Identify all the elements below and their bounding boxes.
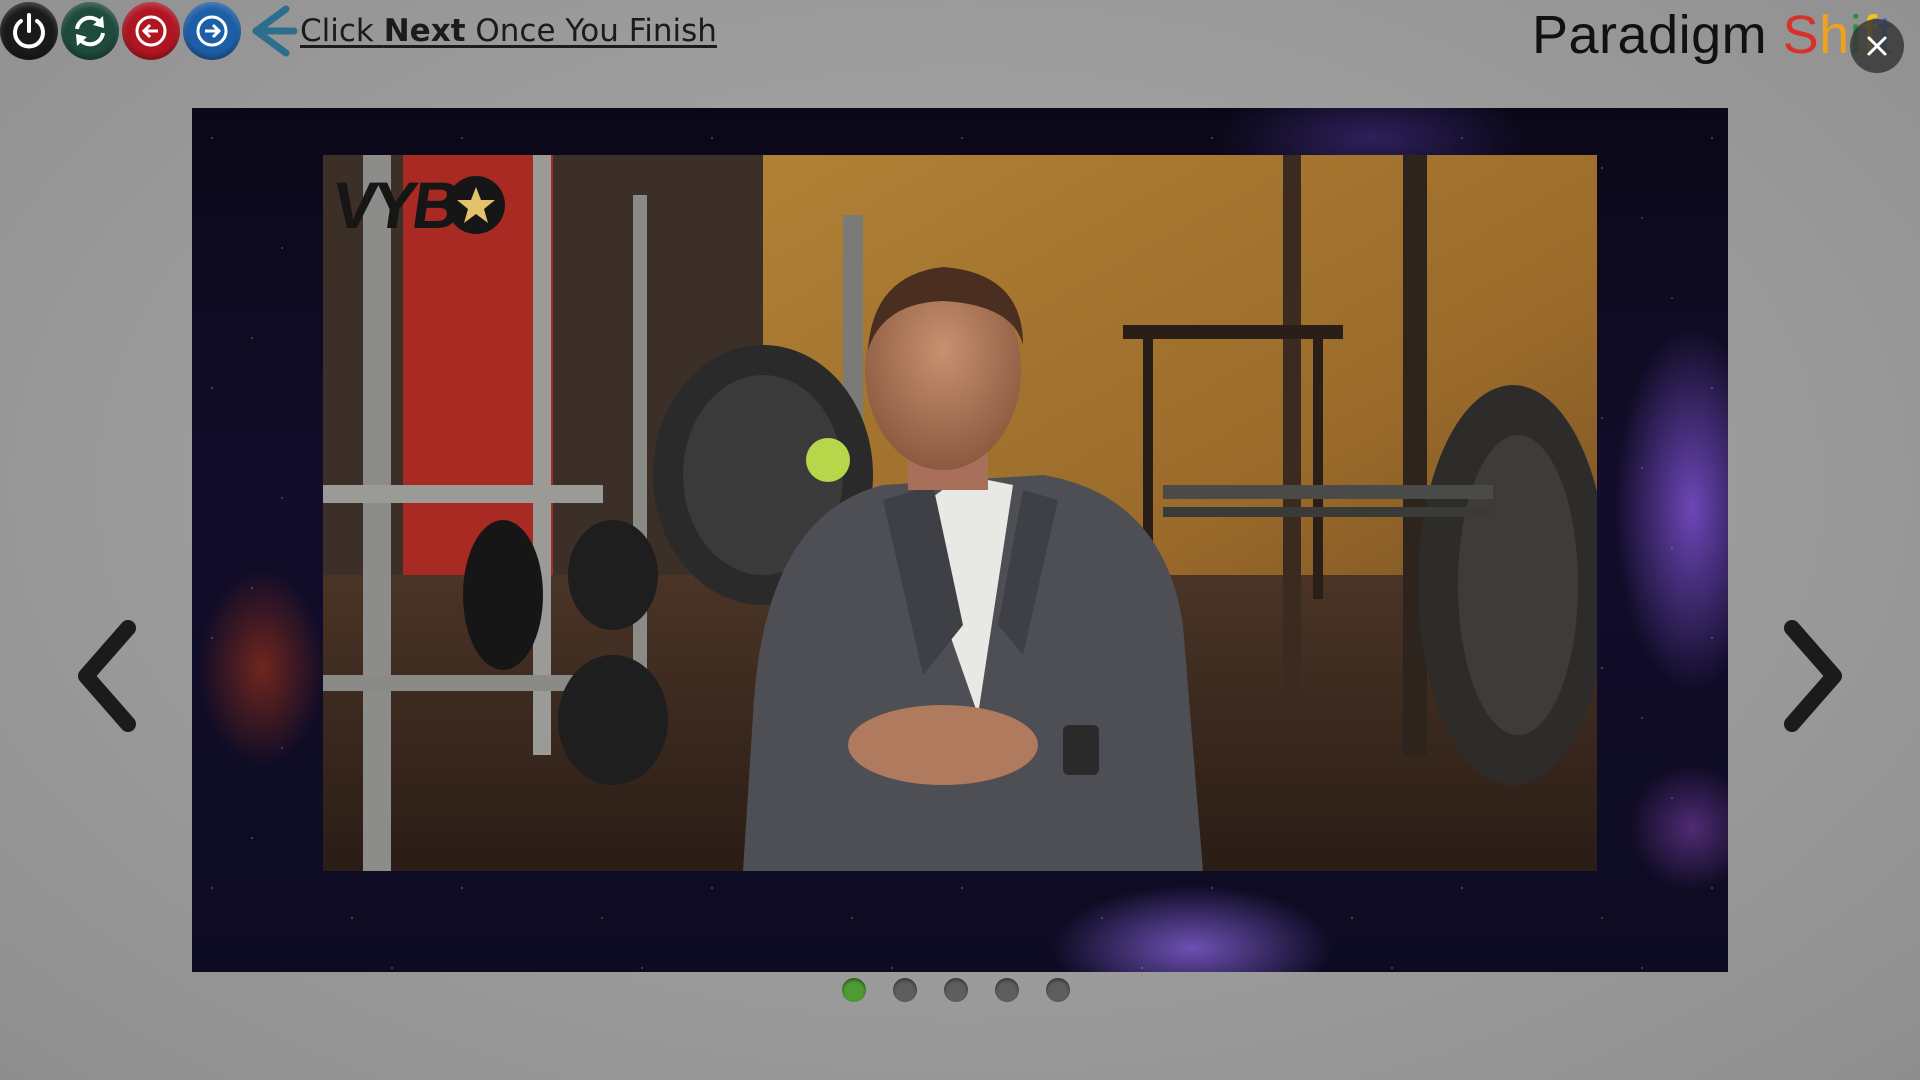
pagination-dot-1[interactable] bbox=[842, 978, 866, 1002]
brand-letter: S bbox=[1782, 5, 1820, 65]
back-arrow-icon[interactable] bbox=[246, 3, 298, 59]
pagination-dot-3[interactable] bbox=[944, 978, 968, 1002]
previous-button[interactable] bbox=[122, 2, 180, 60]
chevron-right-icon bbox=[1784, 620, 1842, 732]
instruction-prefix: Click bbox=[300, 13, 384, 49]
video-player[interactable]: VYB bbox=[323, 155, 1597, 871]
refresh-icon bbox=[75, 15, 105, 47]
power-icon bbox=[13, 13, 45, 49]
prev-slide-button[interactable] bbox=[68, 618, 148, 734]
brand-logo: Paradigm Shift bbox=[1532, 4, 1893, 66]
pagination-dot-2[interactable] bbox=[893, 978, 917, 1002]
refresh-button[interactable] bbox=[61, 2, 119, 60]
next-button[interactable] bbox=[183, 2, 241, 60]
instruction-suffix: Once You Finish bbox=[465, 13, 717, 49]
pagination-dot-5[interactable] bbox=[1046, 978, 1070, 1002]
instruction-next-word: Next bbox=[383, 13, 466, 49]
brand-letter: h bbox=[1819, 5, 1850, 65]
power-button[interactable] bbox=[0, 2, 58, 60]
brand-word-paradigm: Paradigm bbox=[1532, 5, 1768, 65]
slide-pagination bbox=[842, 978, 1070, 1002]
close-button[interactable] bbox=[1850, 19, 1904, 73]
previous-circle-icon bbox=[135, 15, 167, 47]
video-watermark-logo: VYB bbox=[328, 167, 505, 243]
watermark-text: VYB bbox=[327, 168, 462, 242]
star-icon bbox=[456, 187, 495, 223]
close-icon bbox=[1867, 36, 1887, 56]
instruction-link[interactable]: Click Next Once You Finish bbox=[300, 13, 717, 49]
next-circle-icon bbox=[196, 15, 228, 47]
slide-frame: VYB bbox=[192, 108, 1728, 972]
chevron-left-icon bbox=[78, 620, 136, 732]
pagination-dot-4[interactable] bbox=[995, 978, 1019, 1002]
next-slide-button[interactable] bbox=[1772, 618, 1852, 734]
top-toolbar: Click Next Once You Finish bbox=[0, 0, 717, 62]
video-frame-scene bbox=[323, 155, 1597, 871]
